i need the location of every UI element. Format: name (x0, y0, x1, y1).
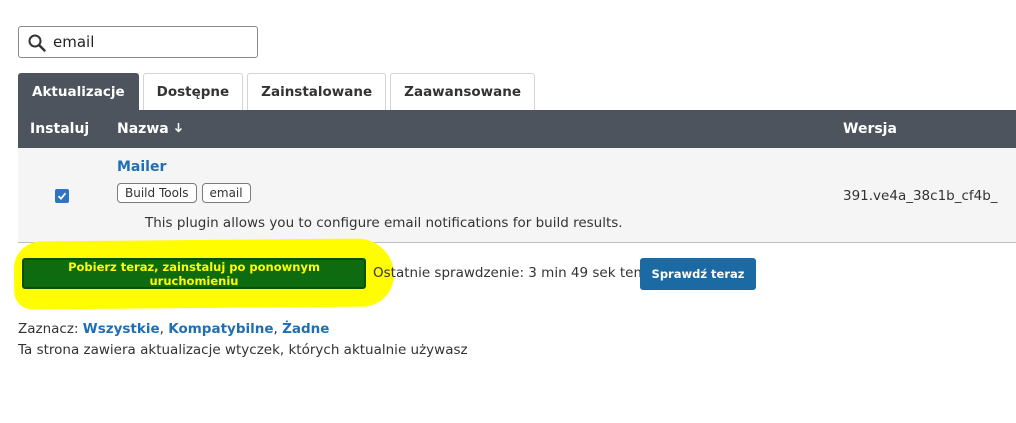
table-row: Mailer Build Tools email This plugin all… (18, 148, 1016, 243)
select-none-link[interactable]: Żadne (282, 321, 329, 337)
select-separator: , (159, 321, 169, 337)
select-all-link[interactable]: Wszystkie (83, 321, 160, 337)
label-chip-build-tools[interactable]: Build Tools (117, 183, 197, 203)
plugin-name-link[interactable]: Mailer (117, 159, 166, 175)
plugin-labels: Build Tools email (117, 183, 256, 203)
plugin-version: 391.ve4a_38c1b_cf4b_ (843, 188, 998, 204)
search-icon (27, 33, 47, 53)
plugin-description: This plugin allows you to configure emai… (145, 215, 623, 231)
label-chip-email[interactable]: email (201, 183, 251, 203)
install-checkbox[interactable] (55, 189, 69, 203)
footer-note: Ta strona zawiera aktualizacje wtyczek, … (18, 342, 468, 358)
select-links: Zaznacz: Wszystkie, Kompatybilne, Żadne (18, 321, 329, 337)
download-now-install-after-restart-button[interactable]: Pobierz teraz, zainstaluj po ponownym ur… (22, 258, 366, 289)
select-compatible-link[interactable]: Kompatybilne (168, 321, 273, 337)
tab-installed[interactable]: Zainstalowane (247, 73, 387, 110)
tab-available[interactable]: Dostępne (142, 73, 244, 110)
column-header-name[interactable]: Nazwa (117, 121, 183, 137)
column-header-install[interactable]: Instaluj (30, 121, 89, 137)
select-separator: , (273, 321, 283, 337)
check-now-button[interactable]: Sprawdź teraz (640, 258, 756, 290)
search-input[interactable] (53, 31, 249, 53)
tab-advanced[interactable]: Zaawansowane (390, 73, 536, 110)
tab-updates[interactable]: Aktualizacje (18, 73, 139, 110)
arrow-down-icon (174, 122, 183, 136)
search-box[interactable] (18, 26, 258, 58)
column-header-version[interactable]: Wersja (843, 121, 897, 137)
column-header-name-label: Nazwa (117, 121, 169, 137)
select-prefix: Zaznacz: (18, 321, 83, 337)
tab-bar: Aktualizacje Dostępne Zainstalowane Zaaw… (18, 73, 539, 110)
last-check-status: Ostatnie sprawdzenie: 3 min 49 sek temu (373, 265, 656, 281)
table-header: Instaluj Nazwa Wersja (18, 110, 1016, 148)
